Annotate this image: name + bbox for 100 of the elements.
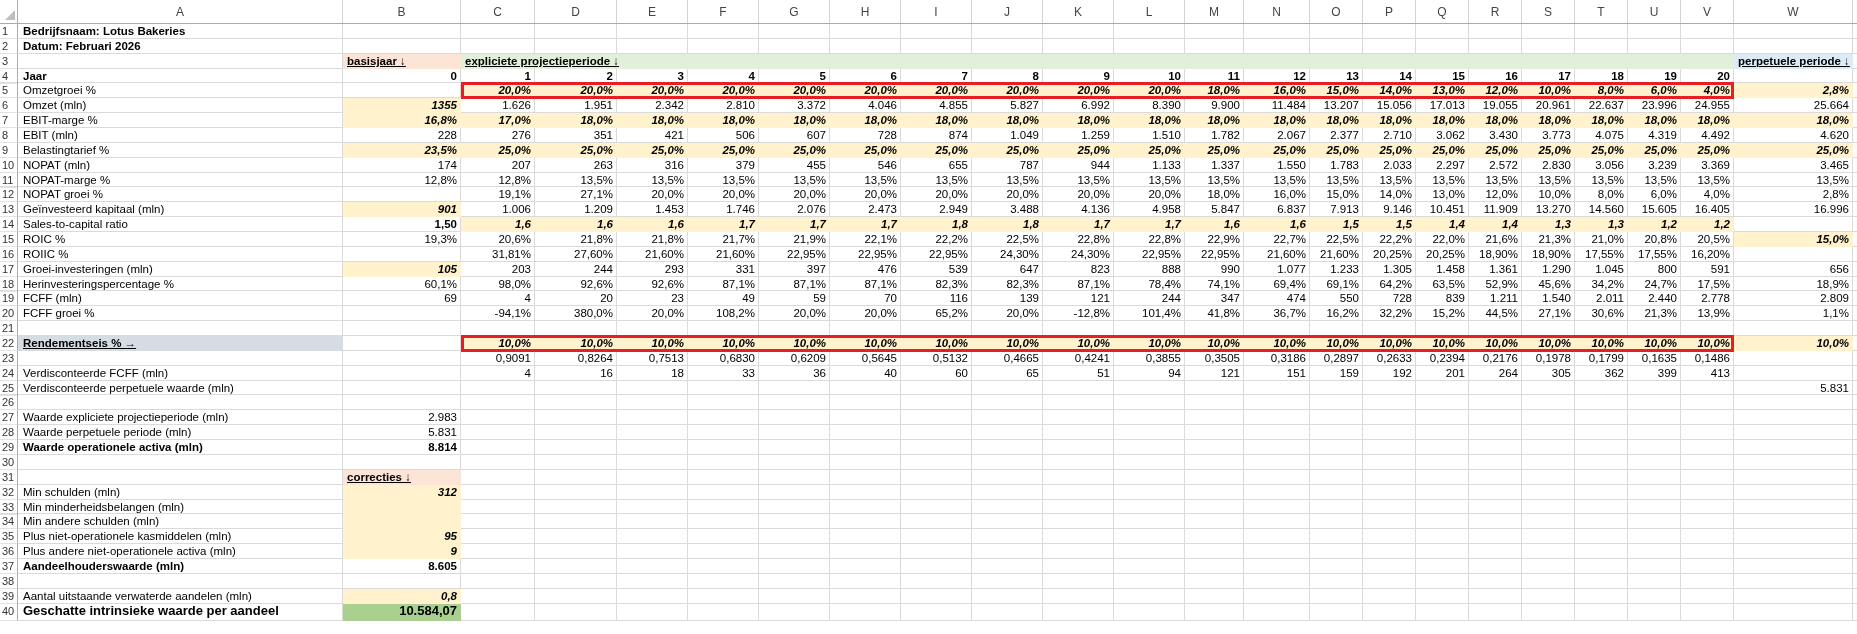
row-header[interactable]: 37: [0, 558, 18, 574]
row-header[interactable]: 30: [0, 454, 18, 470]
table-cell-text: 397: [805, 261, 827, 277]
column-header[interactable]: R: [1469, 0, 1522, 23]
column-header[interactable]: M: [1185, 0, 1244, 23]
table-cell-text: 4.075: [1594, 128, 1625, 143]
table-cell-text: 30,6%: [1590, 306, 1625, 322]
table-cell-text: 244: [1160, 291, 1182, 307]
row-header[interactable]: 24: [0, 365, 18, 381]
table-cell-text: 305: [1550, 365, 1572, 381]
row-label: Aandeelhouderswaarde (mln): [22, 558, 186, 574]
column-header[interactable]: K: [1043, 0, 1114, 23]
column-header[interactable]: L: [1114, 0, 1185, 23]
row-header[interactable]: 10: [0, 157, 18, 173]
select-all-icon[interactable]: [5, 10, 15, 20]
row-header[interactable]: 4: [0, 68, 18, 84]
table-cell-text: 13,5%: [863, 172, 898, 188]
column-header[interactable]: C: [461, 0, 535, 23]
table-cell-text: 0,1978: [1534, 350, 1572, 366]
table-cell-text: 7: [960, 68, 969, 84]
table-cell-text: 19.055: [1481, 98, 1519, 114]
table-cell-text: 20,0%: [650, 306, 685, 322]
table-cell-text: 14,0%: [1378, 187, 1413, 203]
row-header[interactable]: 40: [0, 603, 18, 621]
table-cell: 1,2: [1681, 217, 1734, 233]
row-label: NOPAT-marge %: [22, 172, 112, 188]
column-header[interactable]: B: [343, 0, 461, 23]
column-header[interactable]: A: [18, 0, 343, 23]
table-cell: 1,6: [1185, 217, 1244, 233]
table-cell: 18,0%: [1114, 113, 1185, 129]
column-header[interactable]: O: [1310, 0, 1363, 23]
table-cell-text: 20,0%: [650, 187, 685, 203]
row-header[interactable]: 31: [0, 469, 18, 485]
table-cell: 1,7: [1114, 217, 1185, 233]
table-cell: 18,0%: [535, 113, 617, 129]
table-cell-text: 13,5%: [934, 172, 969, 188]
table-cell-text: 21,6%: [1484, 232, 1519, 248]
table-cell-text: 413: [1709, 365, 1731, 381]
table-cell-text: 1.259: [1080, 128, 1111, 143]
table-cell-text: 15,2%: [1431, 306, 1466, 322]
table-cell-text: 0,6830: [718, 350, 756, 366]
table-cell-text: 5: [818, 68, 827, 84]
row-header[interactable]: 38: [0, 573, 18, 589]
row-label: Geschatte intrinsieke waarde per aandeel: [22, 603, 280, 620]
table-cell-text: 9.900: [1210, 98, 1241, 114]
table-cell-text: 12,8%: [497, 172, 532, 188]
table-cell-text: 20,0%: [863, 187, 898, 203]
column-header[interactable]: F: [688, 0, 759, 23]
row-header[interactable]: 3: [0, 53, 18, 69]
column-header[interactable]: P: [1363, 0, 1416, 23]
table-cell-text: 6,0%: [1649, 187, 1678, 203]
table-cell-text: 6: [889, 68, 898, 84]
column-header[interactable]: I: [901, 0, 972, 23]
table-cell: 18,0%: [830, 113, 901, 129]
table-cell-text: 1.049: [1009, 128, 1040, 143]
table-cell-text: 13,5%: [1590, 172, 1625, 188]
row-label: Waarde operationele activa (mln): [22, 440, 204, 456]
table-cell-text: 8.390: [1151, 98, 1182, 114]
row-header[interactable]: 9: [0, 142, 18, 158]
table-cell-text: 0,1799: [1587, 350, 1625, 366]
column-header[interactable]: E: [617, 0, 688, 23]
table-cell: 18,0%: [1469, 113, 1522, 129]
table-cell-text: 70: [883, 291, 898, 307]
row-header[interactable]: 23: [0, 350, 18, 366]
table-cell-text: 13,0%: [1431, 187, 1466, 203]
table-cell-text: 33: [741, 365, 756, 381]
row-header[interactable]: 2: [0, 38, 18, 54]
table-cell-text: 2,8%: [1821, 187, 1850, 203]
row-header[interactable]: 33: [0, 499, 18, 515]
row-label: Belastingtarief %: [22, 142, 111, 158]
column-header[interactable]: V: [1681, 0, 1734, 23]
column-header[interactable]: H: [830, 0, 901, 23]
row-header[interactable]: 16: [0, 246, 18, 262]
row-header[interactable]: 11: [0, 172, 18, 188]
table-cell-text: 22,7%: [1272, 232, 1307, 248]
column-header[interactable]: J: [972, 0, 1043, 23]
table-cell-text: 474: [1285, 291, 1307, 307]
column-header[interactable]: G: [759, 0, 830, 23]
table-cell-text: 64,2%: [1378, 276, 1413, 292]
table-cell-text: 17,5%: [1696, 276, 1731, 292]
table-cell-text: 19,1%: [497, 187, 532, 203]
row-header[interactable]: 32: [0, 484, 18, 500]
table-cell-text: 22.637: [1587, 98, 1625, 114]
table-cell-text: 21,60%: [1319, 246, 1360, 262]
column-header[interactable]: D: [535, 0, 617, 23]
column-header[interactable]: T: [1575, 0, 1628, 23]
column-header[interactable]: S: [1522, 0, 1575, 23]
row-header[interactable]: 17: [0, 261, 18, 277]
table-cell: 18,0%: [1681, 113, 1734, 129]
row-header[interactable]: 25: [0, 380, 18, 396]
column-header[interactable]: W: [1734, 0, 1853, 23]
row-header[interactable]: 18: [0, 276, 18, 292]
row-header[interactable]: 39: [0, 588, 18, 604]
table-cell-text: 0,2633: [1375, 350, 1413, 366]
table-cell-text: 12,0%: [1484, 187, 1519, 203]
column-header[interactable]: Q: [1416, 0, 1469, 23]
table-cell-text: 13,5%: [650, 172, 685, 188]
column-header[interactable]: U: [1628, 0, 1681, 23]
column-header[interactable]: N: [1244, 0, 1310, 23]
table-cell-text: 69: [443, 291, 458, 307]
